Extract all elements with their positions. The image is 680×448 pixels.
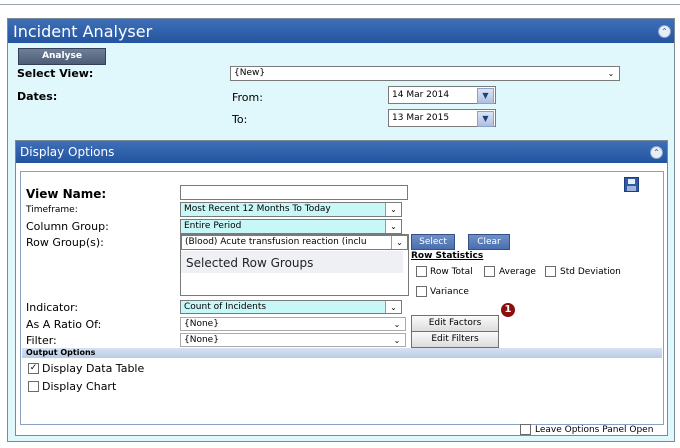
view-name-label: View Name: <box>26 187 107 201</box>
chevron-down-icon: ⌄ <box>385 203 401 216</box>
to-date-value: 13 Mar 2015 <box>392 113 450 123</box>
average-checkbox[interactable] <box>484 266 495 277</box>
ratio-value: {None} <box>184 319 219 329</box>
view-name-input[interactable] <box>180 185 408 200</box>
output-options-label: Output Options <box>26 348 96 357</box>
display-chart-checkbox[interactable] <box>28 381 39 392</box>
ratio-dropdown[interactable]: {None} ⌄ <box>180 317 406 331</box>
std-deviation-checkbox[interactable] <box>545 266 556 277</box>
indicator-value: Count of Incidents <box>184 302 267 312</box>
leave-open-checkbox[interactable] <box>520 424 531 435</box>
indicator-dropdown[interactable]: Count of Incidents ⌄ <box>180 300 402 314</box>
selected-row-groups-label: Selected Row Groups <box>186 256 314 270</box>
calendar-dropdown-icon[interactable]: ▼ <box>477 111 494 127</box>
chevron-down-icon: ⌄ <box>603 67 619 80</box>
from-date-value: 14 Mar 2014 <box>392 90 450 100</box>
app-title: Incident Analyser <box>13 22 153 41</box>
row-total-checkbox[interactable] <box>416 266 427 277</box>
average-label: Average <box>499 267 536 277</box>
select-view-dropdown[interactable]: {New} ⌄ <box>230 66 620 81</box>
timeframe-value: Most Recent 12 Months To Today <box>184 204 331 214</box>
filter-label: Filter: <box>26 334 57 347</box>
display-data-table-label: Display Data Table <box>42 362 145 375</box>
dates-label: Dates: <box>17 90 58 103</box>
select-view-value: {New} <box>234 68 266 78</box>
save-disk-icon[interactable] <box>624 177 639 192</box>
output-options-band <box>22 348 662 358</box>
leave-open-label: Leave Options Panel Open <box>535 425 654 435</box>
display-chart-label: Display Chart <box>42 380 117 393</box>
row-groups-label: Row Group(s): <box>26 236 104 249</box>
select-view-label: Select View: <box>17 67 94 80</box>
from-label: From: <box>232 91 263 104</box>
indicator-label: Indicator: <box>26 301 79 314</box>
display-options-title: Display Options <box>20 145 115 159</box>
variance-label: Variance <box>430 287 469 297</box>
edit-filters-button[interactable]: Edit Filters <box>411 331 499 348</box>
timeframe-label: Timeframe: <box>26 205 78 215</box>
collapse-icon[interactable]: ⌃ <box>658 25 671 38</box>
column-group-label: Column Group: <box>26 220 109 233</box>
to-label: To: <box>232 113 248 126</box>
analyse-button[interactable]: Analyse <box>18 48 106 65</box>
row-groups-dropdown[interactable]: (Blood) Acute transfusion reaction (incl… <box>181 235 408 250</box>
variance-checkbox[interactable] <box>416 286 427 297</box>
annotation-badge: 1 <box>501 303 515 317</box>
timeframe-dropdown[interactable]: Most Recent 12 Months To Today ⌄ <box>180 202 402 217</box>
column-group-dropdown[interactable]: Entire Period ⌄ <box>180 219 402 234</box>
chevron-down-icon: ⌄ <box>385 220 401 233</box>
chevron-down-icon: ⌄ <box>391 236 407 249</box>
std-deviation-label: Std Deviation <box>560 267 621 277</box>
filter-value: {None} <box>184 335 219 345</box>
column-group-value: Entire Period <box>184 221 242 231</box>
select-button[interactable]: Select <box>411 234 455 250</box>
ratio-label: As A Ratio Of: <box>26 318 102 331</box>
row-groups-value: (Blood) Acute transfusion reaction (incl… <box>185 237 367 247</box>
edit-factors-button[interactable]: Edit Factors <box>411 315 499 332</box>
row-statistics-label: Row Statistics <box>411 251 484 261</box>
collapse-icon[interactable]: ⌃ <box>650 146 663 159</box>
filter-dropdown[interactable]: {None} ⌄ <box>180 333 406 347</box>
calendar-dropdown-icon[interactable]: ▼ <box>477 88 494 104</box>
to-date-field[interactable]: 13 Mar 2015 ▼ <box>388 109 496 127</box>
chevron-down-icon: ⌄ <box>385 301 401 313</box>
chevron-down-icon: ⌄ <box>389 334 405 346</box>
top-divider <box>0 4 680 5</box>
from-date-field[interactable]: 14 Mar 2014 ▼ <box>388 86 496 104</box>
row-total-label: Row Total <box>430 267 473 277</box>
chevron-down-icon: ⌄ <box>389 318 405 330</box>
clear-button[interactable]: Clear <box>468 234 510 250</box>
display-data-table-checkbox[interactable]: ✓ <box>28 363 39 374</box>
